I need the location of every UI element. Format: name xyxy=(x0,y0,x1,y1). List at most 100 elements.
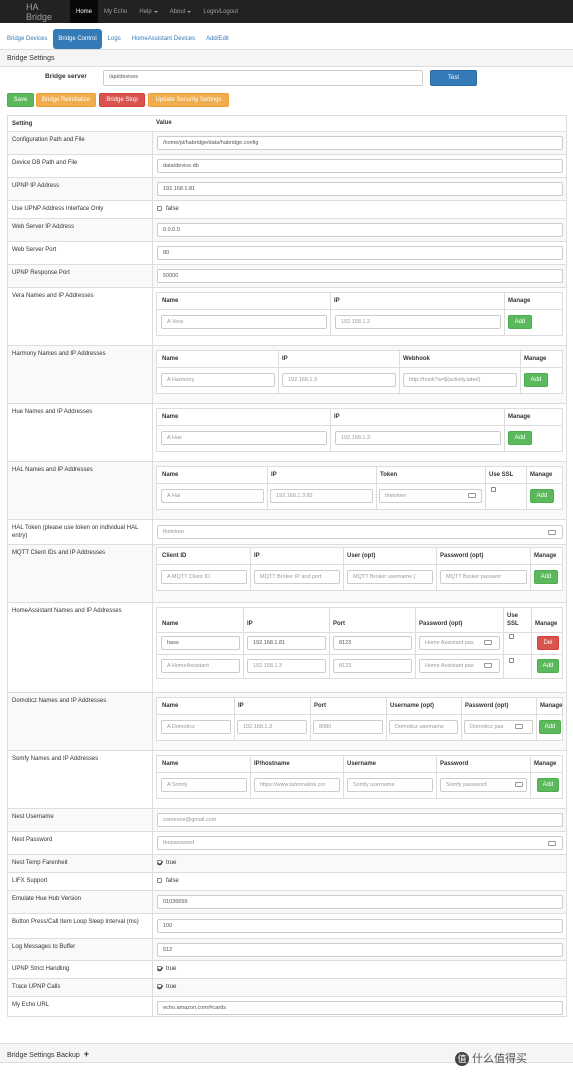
nav-login-logout[interactable]: Login/Logout xyxy=(197,0,244,23)
hal-add-button[interactable]: Add xyxy=(530,489,554,503)
nest-password-input[interactable]: thepassword xyxy=(157,836,563,850)
upnp-iface-checkbox[interactable] xyxy=(157,206,162,211)
upnp-strict-row: UPNP Strict Handling true xyxy=(8,960,566,978)
upnp-ip-row: UPNP IP Address 192.168.1.81 xyxy=(8,177,566,200)
trace-upnp-row: Trace UPNP Calls true xyxy=(8,978,566,996)
tab-homeassistant-devices[interactable]: HomeAssistant Devices xyxy=(127,29,200,49)
nest-temp-checkbox[interactable] xyxy=(157,860,162,865)
vera-name-input[interactable]: A Vera xyxy=(161,315,327,329)
ha-ssl-checkbox[interactable] xyxy=(509,658,514,663)
ha-row1-del-button[interactable]: Del xyxy=(537,636,559,650)
upnp-ip-label: UPNP IP Address xyxy=(12,183,60,189)
bridge-server-input[interactable]: /api/devices xyxy=(103,70,423,86)
brand[interactable]: HA Bridge xyxy=(0,2,70,22)
lifx-checkbox[interactable] xyxy=(157,878,162,883)
nav-about-label: About xyxy=(169,8,186,15)
nav-my-echo-label: My Echo xyxy=(104,8,128,15)
mqtt-pass-input[interactable]: MQTT Broker passwor xyxy=(440,570,527,584)
harmony-ip-input[interactable]: 192.168.1.3 xyxy=(282,373,396,387)
bridge-stop-button[interactable]: Bridge Stop xyxy=(99,93,145,107)
ha-row1-port-input[interactable]: 8123 xyxy=(333,636,412,650)
keyboard-icon xyxy=(515,782,523,787)
hue-name-input[interactable]: A Hue xyxy=(161,431,327,445)
somfy-name-input[interactable]: A Somfy xyxy=(161,778,247,792)
harmony-add-button[interactable]: Add xyxy=(524,373,548,387)
nav-help[interactable]: Help xyxy=(133,0,163,23)
echo-url-input[interactable]: echo.amazon.com/#cards xyxy=(157,1001,563,1015)
hue-ip-header: IP xyxy=(334,414,340,420)
somfy-user-input[interactable]: Somfy username xyxy=(347,778,433,792)
mqtt-ip-input[interactable]: MQTT Broker IP and port xyxy=(254,570,340,584)
vera-ip-input[interactable]: 192.168.1.2 xyxy=(335,315,501,329)
nest-username-input[interactable]: someone@gmail.com xyxy=(157,813,563,827)
hal-token-input[interactable]: thetoken xyxy=(157,525,563,539)
domoticz-user-input[interactable]: Domoticz username xyxy=(389,720,458,734)
somfy-user-header: Username xyxy=(347,761,377,767)
nav-my-echo[interactable]: My Echo xyxy=(98,0,133,23)
somfy-ip-header: IP/hostname xyxy=(254,761,290,767)
hal-token-row: HAL Token (please use token on individua… xyxy=(8,519,566,544)
mqtt-user-input[interactable]: MQTT Broker username ( xyxy=(347,570,433,584)
web-ip-input[interactable]: 0.0.0.0 xyxy=(157,223,563,237)
domoticz-ip-input[interactable]: 192.168.1.3 xyxy=(237,720,307,734)
hue-ip-input[interactable]: 192.168.1.3 xyxy=(335,431,501,445)
upnp-ip-input[interactable]: 192.168.1.81 xyxy=(157,182,563,196)
ha-row1-ip-input[interactable]: 192.168.1.81 xyxy=(247,636,326,650)
bridge-reinitialize-button[interactable]: Bridge Reinitialize xyxy=(36,93,96,107)
web-port-input[interactable]: 80 xyxy=(157,246,563,260)
hal-ssl-checkbox[interactable] xyxy=(491,487,496,492)
somfy-pass-input[interactable]: Somfy password xyxy=(440,778,527,792)
upnp-strict-checkbox[interactable] xyxy=(157,966,162,971)
log-buffer-input[interactable]: 512 xyxy=(157,943,563,957)
harmony-name-input[interactable]: A Harmony xyxy=(161,373,275,387)
harmony-name-header: Name xyxy=(162,356,179,362)
device-db-row: Device DB Path and File data/device.db xyxy=(8,154,566,177)
somfy-add-button[interactable]: Add xyxy=(537,778,559,792)
domoticz-port-input[interactable]: 8080 xyxy=(313,720,383,734)
tab-bridge-control[interactable]: Bridge Control xyxy=(53,29,102,49)
nav-home[interactable]: Home xyxy=(70,0,99,23)
somfy-ip-input[interactable]: https://www.tahomalink.cor xyxy=(254,778,340,792)
tab-logs[interactable]: Logs xyxy=(103,29,126,49)
config-path-input[interactable]: /home/pi/habridge/data/habridge.config xyxy=(157,136,563,150)
save-button[interactable]: Save xyxy=(7,93,34,107)
trace-upnp-checkbox[interactable] xyxy=(157,984,162,989)
hue-add-button[interactable]: Add xyxy=(508,431,532,445)
caret-down-icon xyxy=(187,10,192,13)
ha-port-input[interactable]: 8123 xyxy=(333,659,412,673)
mqtt-add-button[interactable]: Add xyxy=(534,570,558,584)
mqtt-client-input[interactable]: A MQTT Client ID xyxy=(161,570,247,584)
upnp-resp-row: UPNP Response Port 50000 xyxy=(8,264,566,287)
vera-add-button[interactable]: Add xyxy=(508,315,532,329)
sleep-interval-input[interactable]: 100 xyxy=(157,919,563,933)
ha-row1-name-input[interactable]: hass xyxy=(161,636,240,650)
config-path-row: Configuration Path and File /home/pi/hab… xyxy=(8,131,566,154)
nav-about[interactable]: About xyxy=(164,0,198,23)
hub-version-row: Emulate Hue Hub Version 01036659 xyxy=(8,890,566,913)
ha-name-input[interactable]: A HomeAssistant xyxy=(161,659,240,673)
hal-name-input[interactable]: A Hal xyxy=(161,489,264,503)
watermark: 值什么值得买 xyxy=(455,1050,527,1067)
hal-token-header: Token xyxy=(380,472,398,478)
upnp-strict-label: UPNP Strict Handling xyxy=(12,966,70,972)
hal-token-input[interactable]: thetoken xyxy=(379,489,482,503)
vera-manage-header: Manage xyxy=(508,298,531,304)
device-db-input[interactable]: data/device.db xyxy=(157,159,563,173)
test-button[interactable]: Test xyxy=(430,70,477,86)
ha-ip-input[interactable]: 192.168.1.3 xyxy=(247,659,326,673)
hal-ip-input[interactable]: 192.168.1.3:82 xyxy=(270,489,373,503)
ha-add-button[interactable]: Add xyxy=(537,659,559,673)
domoticz-add-button[interactable]: Add xyxy=(539,720,561,734)
update-security-settings-button[interactable]: Update Security Settings xyxy=(148,93,229,107)
hub-version-input[interactable]: 01036659 xyxy=(157,895,563,909)
tab-bridge-devices[interactable]: Bridge Devices xyxy=(2,29,52,49)
upnp-resp-input[interactable]: 50000 xyxy=(157,269,563,283)
ha-row1-ssl-checkbox[interactable] xyxy=(509,634,514,639)
hue-row: Hue Names and IP Addresses Name IP Manag… xyxy=(8,403,566,461)
lifx-value: false xyxy=(166,878,179,884)
domoticz-name-input[interactable]: A Domoticz xyxy=(161,720,231,734)
harmony-webhook-input[interactable]: http://hook?a=${activity.label} xyxy=(403,373,517,387)
hal-table: Name IP Token Use SSL Manage A Hal 192.1… xyxy=(156,466,563,510)
tab-add-edit[interactable]: Add/Edit xyxy=(201,29,234,49)
somfy-row: Somfy Names and IP Addresses Name IP/hos… xyxy=(8,750,566,808)
